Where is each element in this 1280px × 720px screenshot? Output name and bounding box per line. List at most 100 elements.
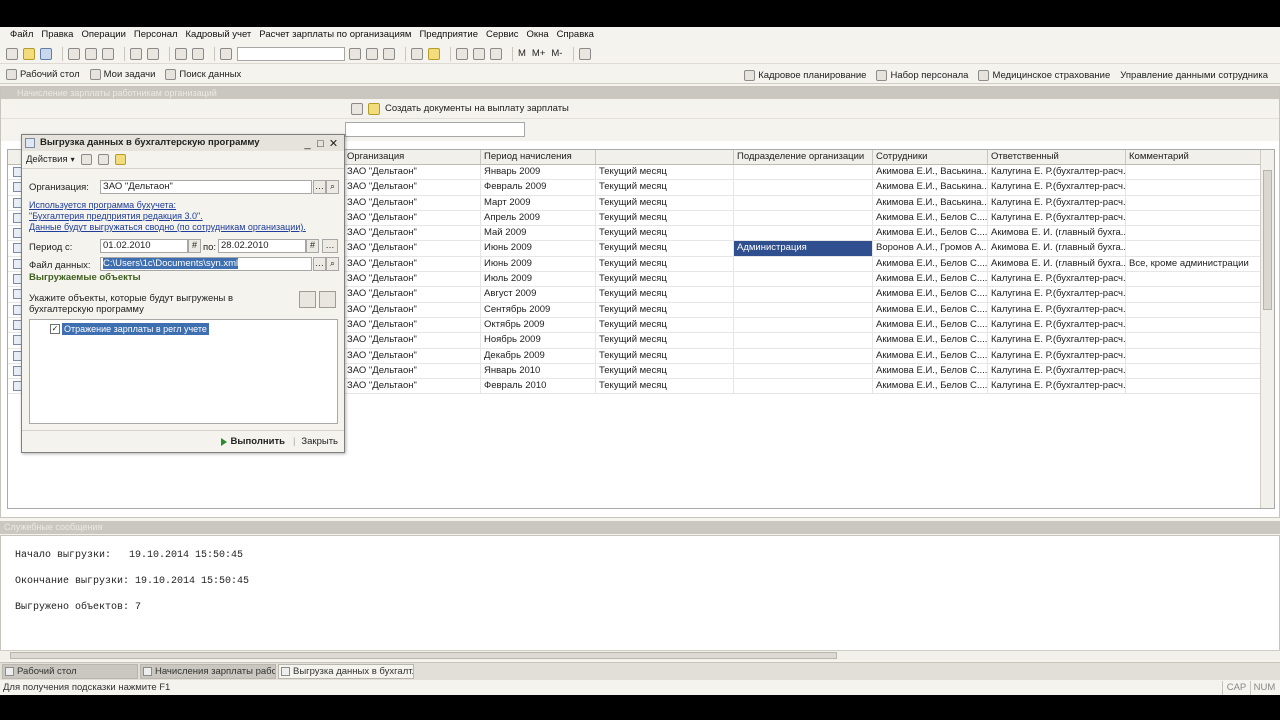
chevron-down-icon[interactable]: ▾	[71, 155, 75, 164]
file-select-button[interactable]: …	[313, 257, 326, 271]
memory-minus-button[interactable]: M-	[551, 48, 562, 59]
panel-employee-data[interactable]: Управление данными сотрудника	[1120, 70, 1268, 81]
minimize-icon[interactable]: _	[301, 136, 314, 152]
dialog-window-buttons: _ □ ✕	[301, 136, 340, 152]
task-export-dialog[interactable]: Выгрузка данных в бухгалт...	[278, 664, 414, 679]
cell-period: Июнь 2009	[481, 241, 596, 256]
org-field[interactable]: ЗАО "Дельтаон"	[100, 180, 312, 194]
filter-input[interactable]	[345, 122, 525, 137]
create-payment-docs-button[interactable]: Создать документы на выплату зарплаты	[385, 103, 569, 114]
panel-desktop[interactable]: Рабочий стол	[6, 69, 80, 80]
check-all-icon[interactable]	[299, 291, 316, 308]
actions-menu-button[interactable]: Действия	[26, 154, 68, 165]
find-prev-icon[interactable]	[383, 47, 395, 60]
memory-plus-button[interactable]: M+	[532, 48, 545, 59]
org-select-button[interactable]: …	[313, 180, 326, 194]
open-icon[interactable]	[23, 47, 35, 60]
preview-icon[interactable]	[147, 47, 159, 60]
col-period[interactable]: Период начисления	[481, 150, 596, 164]
menu-help[interactable]: Справка	[557, 29, 594, 40]
panel-right-group: Кадровое планирование Набор персонала Ме…	[734, 66, 1268, 84]
accounting-program-link[interactable]: Используется программа бухучета:	[29, 200, 176, 210]
settings-icon[interactable]	[80, 154, 92, 165]
redo-icon[interactable]	[192, 47, 204, 60]
col-responsible[interactable]: Ответственный	[988, 150, 1126, 164]
restore-icon[interactable]	[97, 154, 109, 165]
menu-hr[interactable]: Кадровый учет	[186, 29, 252, 40]
export-object-item[interactable]: ✓ Отражение зарплаты в регл учете	[50, 323, 209, 335]
find-next-icon[interactable]	[366, 47, 378, 60]
windows-icon[interactable]	[411, 47, 423, 60]
cell-organization: ЗАО "Дельтаон"	[344, 195, 481, 210]
clear-search-icon[interactable]	[349, 47, 361, 60]
menu-edit[interactable]: Правка	[41, 29, 73, 40]
messages-scroll-thumb[interactable]	[10, 652, 837, 659]
calculator-icon[interactable]	[456, 47, 468, 60]
help-icon[interactable]	[114, 154, 126, 165]
calendar-icon[interactable]: #	[188, 239, 201, 253]
memory-button[interactable]: M	[518, 48, 526, 59]
menu-file[interactable]: Файл	[10, 29, 33, 40]
maximize-icon[interactable]: □	[314, 136, 327, 152]
panel-my-tasks[interactable]: Мои задачи	[89, 69, 155, 80]
tools-icon[interactable]	[579, 47, 592, 60]
menu-windows[interactable]: Окна	[527, 29, 549, 40]
cell-organization: ЗАО "Дельтаон"	[344, 348, 481, 363]
org-search-icon[interactable]: ⌕	[326, 180, 339, 194]
panel-medical-insurance[interactable]: Медицинское страхование	[978, 69, 1110, 81]
col-department[interactable]: Подразделение организации	[734, 150, 873, 164]
print-icon[interactable]	[130, 47, 142, 60]
file-search-icon[interactable]: ⌕	[326, 257, 339, 271]
export-mode-link[interactable]: Данные будут выгружаться сводно (по сотр…	[29, 222, 306, 232]
menu-service[interactable]: Сервис	[486, 29, 519, 40]
grid-vertical-scrollbar[interactable]	[1260, 150, 1274, 508]
panel-hr-planning[interactable]: Кадровое планирование	[744, 69, 866, 81]
refresh-icon[interactable]	[351, 102, 363, 115]
calendar-icon[interactable]: #	[306, 239, 319, 253]
col-organization[interactable]: Организация	[344, 150, 481, 164]
menu-operations[interactable]: Операции	[81, 29, 125, 40]
close-button[interactable]: Закрыть	[301, 436, 338, 447]
cell-employees: Акимова Е.И., Белов С....	[873, 226, 988, 241]
cell-comment	[1126, 348, 1262, 363]
run-button[interactable]: Выполнить	[220, 436, 285, 447]
grid-scroll-thumb[interactable]	[1263, 170, 1272, 310]
window-taskbar: Рабочий стол Начисления зарплаты рабо...…	[0, 662, 1280, 680]
panel-data-search[interactable]: Поиск данных	[165, 69, 241, 80]
menu-payroll[interactable]: Расчет зарплаты по организациям	[259, 29, 411, 40]
object-checkbox[interactable]: ✓	[50, 324, 60, 334]
cut-icon[interactable]	[68, 47, 80, 60]
panel-bar: Рабочий стол Мои задачи Поиск данных Кад…	[0, 66, 1280, 84]
new-icon[interactable]	[6, 47, 18, 60]
search-icon[interactable]	[220, 47, 232, 60]
undo-icon[interactable]	[175, 47, 187, 60]
list-task-icon	[143, 667, 152, 676]
file-path-field[interactable]: C:\Users\1c\Documents\syn.xml	[100, 257, 312, 271]
sync-icon[interactable]	[490, 47, 502, 60]
messages-horizontal-scrollbar[interactable]	[0, 650, 1280, 660]
menu-personnel[interactable]: Персонал	[134, 29, 178, 40]
task-payroll-list[interactable]: Начисления зарплаты рабо...	[140, 664, 276, 679]
col-comment[interactable]: Комментарий	[1126, 150, 1262, 164]
col-period-type[interactable]	[596, 150, 734, 164]
period-to-field[interactable]: 28.02.2010	[218, 239, 306, 253]
cell-period-type: Текущий месяц	[596, 379, 734, 394]
cell-comment	[1126, 272, 1262, 287]
panel-recruitment[interactable]: Набор персонала	[876, 69, 968, 81]
search-input[interactable]	[237, 46, 345, 61]
col-employees[interactable]: Сотрудники	[873, 150, 988, 164]
task-desktop[interactable]: Рабочий стол	[2, 664, 138, 679]
period-from-field[interactable]: 01.02.2010	[100, 239, 188, 253]
help-icon[interactable]	[368, 102, 380, 115]
menu-enterprise[interactable]: Предприятие	[419, 29, 478, 40]
paste-icon[interactable]	[102, 47, 114, 60]
save-icon[interactable]	[40, 47, 52, 60]
calendar-icon[interactable]	[473, 47, 485, 60]
accounting-edition-link[interactable]: "Бухгалтерия предприятия редакция 3.0".	[29, 211, 203, 221]
info-icon[interactable]	[428, 47, 440, 60]
uncheck-all-icon[interactable]	[319, 291, 336, 308]
close-icon[interactable]: ✕	[327, 136, 340, 152]
copy-icon[interactable]	[85, 47, 97, 60]
period-select-button[interactable]: …	[322, 239, 338, 253]
message-end: Окончание выгрузки: 19.10.2014 15:50:45	[15, 576, 250, 587]
